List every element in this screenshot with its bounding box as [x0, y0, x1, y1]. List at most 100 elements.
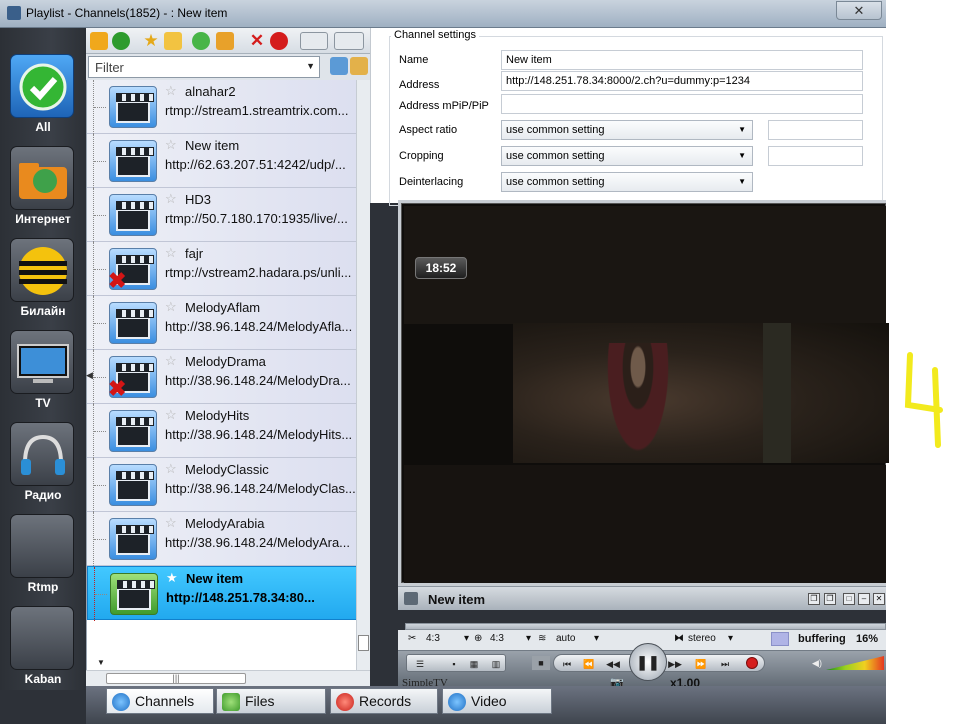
group-icon[interactable] [164, 32, 182, 50]
star-icon[interactable]: ★ [166, 570, 178, 586]
player-menu-icon[interactable] [404, 592, 418, 605]
playlist-horizontal-scrollbar[interactable]: ||| [86, 670, 370, 686]
list-item[interactable]: ☆ MelodyArabia http://38.96.148.24/Melod… [87, 512, 357, 566]
view-mode-buttons[interactable]: ☰ ▪ ▦ ▥ [406, 654, 506, 672]
record-button[interactable] [746, 657, 758, 669]
rewind-icon[interactable]: ⏪ [580, 657, 598, 671]
open-folder-icon[interactable] [90, 32, 108, 50]
audio-dropdown-icon[interactable]: ▾ [526, 633, 531, 644]
mosaic-view-icon[interactable]: ▥ [487, 657, 505, 671]
star-icon[interactable]: ☆ [165, 407, 177, 423]
volume-slider[interactable] [826, 656, 884, 670]
tab-channels[interactable]: Channels [106, 688, 214, 714]
star-icon[interactable]: ☆ [165, 137, 177, 153]
forward-icon[interactable]: ⏩ [692, 657, 710, 671]
list-item[interactable]: ☆ MelodyHits http://38.96.148.24/MelodyH… [87, 404, 357, 458]
aspect-ratio-select[interactable]: use common setting ▼ [501, 120, 753, 140]
layout-menu-icon[interactable] [334, 32, 364, 50]
list-item[interactable]: ☆ MelodyClassic http://38.96.148.24/Melo… [87, 458, 357, 512]
collapse-panel-arrow-icon[interactable]: ◀ [86, 370, 93, 381]
list-item-selected[interactable]: ★ New item http://148.251.78.34:80... [87, 566, 357, 621]
pip-address-field[interactable] [501, 94, 863, 114]
list-item[interactable]: ☆ New item http://62.63.207.51:4242/udp/… [87, 134, 357, 188]
star-icon[interactable]: ☆ [165, 245, 177, 261]
tab-files[interactable]: Files [216, 688, 326, 714]
name-field[interactable]: New item [501, 50, 863, 70]
sound-mode-value[interactable]: stereo [688, 633, 716, 644]
star-icon[interactable]: ☆ [165, 83, 177, 99]
fullscreen-icon[interactable]: □ [843, 593, 855, 605]
filter-input[interactable]: Filter ▼ [88, 56, 320, 78]
refresh-icon[interactable] [112, 32, 130, 50]
category-all[interactable]: All [10, 54, 76, 134]
minimize-icon[interactable]: – [858, 593, 870, 605]
star-icon[interactable]: ☆ [165, 515, 177, 531]
stop-button[interactable]: ■ [532, 656, 550, 670]
chevron-down-icon[interactable]: ▼ [306, 61, 315, 71]
audio-track-icon[interactable]: ≋ [538, 633, 546, 644]
playlist-toolbar: ★ ✕ [86, 28, 370, 54]
pip-window-icon[interactable]: ❐ [824, 593, 836, 605]
video-player[interactable]: 18:52 [398, 200, 889, 586]
aspect-dropdown-icon[interactable]: ▾ [464, 633, 469, 644]
chevron-down-icon: ▼ [738, 125, 746, 134]
scroll-down-arrow-icon[interactable]: ▼ [97, 658, 105, 667]
filter-clear-icon[interactable] [350, 57, 368, 75]
audio-track-value[interactable]: auto [556, 633, 575, 644]
deinterlacing-select[interactable]: use common setting ▼ [501, 172, 753, 192]
step-back-icon[interactable]: ◀◀ [604, 657, 622, 671]
single-view-icon[interactable]: ▪ [445, 657, 463, 671]
scrollbar-thumb[interactable] [358, 635, 369, 651]
favorite-star-icon[interactable]: ★ [142, 32, 160, 50]
filter-apply-icon[interactable] [330, 57, 348, 75]
chevron-down-icon[interactable]: ▾ [594, 633, 599, 644]
aspect-value-2[interactable]: 4:3 [490, 633, 504, 644]
cropping-extra-field[interactable] [768, 146, 863, 166]
cropping-select[interactable]: use common setting ▼ [501, 146, 753, 166]
seek-bar[interactable] [405, 623, 886, 630]
restore-window-icon[interactable]: ❐ [808, 593, 820, 605]
star-icon[interactable]: ☆ [165, 299, 177, 315]
scrollbar-thumb[interactable]: ||| [106, 673, 246, 684]
list-item[interactable]: ☆ HD3 rtmp://50.7.180.170:1935/live/... [87, 188, 357, 242]
edit-icon[interactable] [216, 32, 234, 50]
list-item[interactable]: ☆ alnahar2 rtmp://stream1.streamtrix.com… [87, 80, 357, 134]
tab-video[interactable]: Video [442, 688, 552, 714]
aspect-ratio-extra-field[interactable] [768, 120, 863, 140]
chevron-down-icon[interactable]: ▾ [728, 633, 733, 644]
address-field[interactable]: http://148.251.78.34:8000/2.ch?u=dummy:p… [501, 71, 863, 91]
tree-line [93, 458, 106, 512]
pause-button[interactable]: ❚❚ [629, 643, 667, 681]
record-icon [336, 693, 354, 711]
delete-icon[interactable]: ✕ [248, 32, 266, 50]
list-item[interactable]: ✖ ☆ fajr rtmp://vstream2.hadara.ps/unli.… [87, 242, 357, 296]
list-view-icon[interactable]: ☰ [411, 657, 429, 671]
view-menu-icon[interactable] [300, 32, 328, 50]
close-player-icon[interactable]: ✕ [873, 593, 885, 605]
aspect-value-1[interactable]: 4:3 [426, 633, 440, 644]
tab-records[interactable]: Records [330, 688, 438, 714]
grid-view-icon[interactable]: ▦ [465, 657, 483, 671]
star-icon[interactable]: ☆ [165, 191, 177, 207]
stop-icon[interactable] [270, 32, 288, 50]
crop-icon[interactable]: ✂ [408, 633, 416, 644]
category-internet[interactable]: Интернет [10, 146, 76, 226]
category-rtmp[interactable]: Rtmp [10, 514, 76, 594]
sound-mode-icon[interactable]: ⧓ [674, 633, 684, 644]
category-beeline[interactable]: Билайн [10, 238, 76, 318]
skip-forward-icon[interactable]: ⏭ [716, 657, 734, 671]
add-icon[interactable] [192, 32, 210, 50]
playlist-vertical-scrollbar[interactable] [356, 80, 370, 670]
category-radio[interactable]: Радио [10, 422, 76, 502]
star-icon[interactable]: ☆ [165, 353, 177, 369]
list-item[interactable]: ☆ MelodyAflam http://38.96.148.24/Melody… [87, 296, 357, 350]
category-tv[interactable]: TV [10, 330, 76, 410]
category-kaban[interactable]: Kaban [10, 606, 76, 686]
skip-back-icon[interactable]: ⏮ [558, 657, 576, 671]
star-icon[interactable]: ☆ [165, 461, 177, 477]
volume-icon[interactable]: ◀) [808, 656, 826, 670]
list-item[interactable]: ✖ ☆ MelodyDrama http://38.96.148.24/Melo… [87, 350, 357, 404]
fast-forward-icon[interactable]: ▶▶ [666, 657, 684, 671]
close-button[interactable]: ✕ [836, 1, 882, 20]
zoom-icon[interactable]: ⊕ [474, 633, 482, 644]
